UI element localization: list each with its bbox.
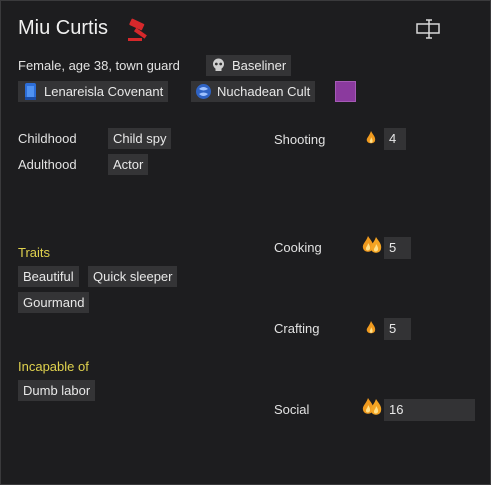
- childhood-label: Childhood: [18, 131, 77, 146]
- skill-name-crafting: Crafting: [274, 321, 320, 336]
- trait-chip-beautiful[interactable]: Beautiful: [18, 266, 79, 287]
- xenotype-chip[interactable]: Baseliner: [206, 55, 292, 76]
- skill-name-cooking: Cooking: [274, 240, 322, 255]
- incapable-chip-dumb-labor[interactable]: Dumb labor: [18, 380, 96, 401]
- pawn-description: Female, age 38, town guard: [18, 58, 180, 73]
- faction-label: Lenareisla Covenant: [44, 84, 164, 99]
- ideology-label: Nuchadean Cult: [217, 84, 311, 99]
- double-flame-icon: [362, 236, 382, 253]
- ideology-icon: [196, 84, 211, 99]
- faction-chip[interactable]: Lenareisla Covenant: [18, 81, 169, 102]
- double-flame-icon: [362, 398, 382, 415]
- ideology-color-swatch[interactable]: [335, 81, 356, 102]
- faction-banner-icon: [25, 83, 36, 100]
- character-card: Miu Curtis Female, age 38, town guard Ba…: [0, 0, 491, 485]
- skill-level-shooting: 4: [384, 128, 406, 150]
- gavel-icon[interactable]: [127, 18, 155, 42]
- skill-level-cooking: 5: [384, 237, 411, 259]
- trait-chip-gourmand[interactable]: Gourmand: [18, 292, 90, 313]
- childhood-backstory-chip[interactable]: Child spy: [108, 128, 172, 149]
- skill-level-crafting: 5: [384, 318, 411, 340]
- ideology-chip[interactable]: Nuchadean Cult: [191, 81, 316, 102]
- skill-name-social: Social: [274, 402, 310, 417]
- rename-icon[interactable]: [416, 18, 442, 40]
- adulthood-backstory-chip[interactable]: Actor: [108, 154, 149, 175]
- trait-chip-quick-sleeper[interactable]: Quick sleeper: [88, 266, 178, 287]
- incapable-header: Incapable of: [18, 359, 89, 374]
- flame-icon: [366, 321, 376, 334]
- xenotype-label: Baseliner: [232, 58, 287, 73]
- traits-header: Traits: [18, 245, 51, 260]
- skill-level-social: 16: [384, 399, 475, 421]
- adulthood-label: Adulthood: [18, 157, 77, 172]
- pawn-name: Miu Curtis: [18, 17, 109, 39]
- skill-name-shooting: Shooting: [274, 132, 326, 147]
- flame-icon: [366, 131, 376, 144]
- skull-icon: [213, 58, 224, 71]
